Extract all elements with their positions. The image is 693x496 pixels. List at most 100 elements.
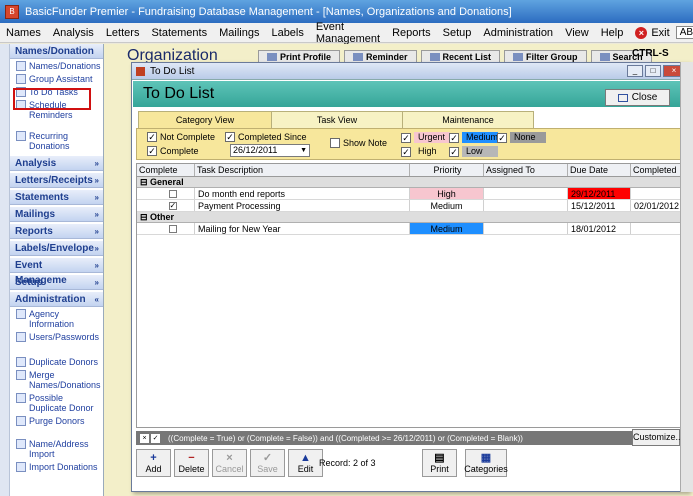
edit-button[interactable]: ▲ Edit [288, 449, 323, 477]
arrow-right-icon [16, 462, 26, 472]
column-completed[interactable]: Completed [631, 164, 683, 176]
record-info: Record: 2 of 3 [319, 458, 376, 468]
sidebar-item-names-donations[interactable]: Names/Donations [10, 59, 103, 72]
column-priority[interactable]: Priority [410, 164, 484, 176]
abc-field[interactable]: ABC [675, 26, 693, 39]
maximize-button[interactable]: □ [645, 65, 661, 77]
column-assigned-to[interactable]: Assigned To [484, 164, 568, 176]
complete-checkbox[interactable]: ✓ Complete [147, 146, 199, 156]
sidebar-item-purge-donors[interactable]: Purge Donors [10, 414, 103, 427]
sidebar-header-administration[interactable]: Administration « [10, 292, 103, 307]
menu-reports[interactable]: Reports [386, 27, 437, 39]
user-icon [16, 332, 26, 342]
people-icon [16, 61, 26, 71]
printer-icon [267, 53, 277, 61]
merge-icon [16, 370, 26, 380]
menu-mailings[interactable]: Mailings [213, 27, 265, 39]
menu-help[interactable]: Help [595, 27, 630, 39]
categories-icon: ▦ [480, 452, 492, 464]
chevron-up-icon: « [94, 295, 99, 304]
assigned-to-cell [484, 223, 568, 234]
column-complete[interactable]: Complete [137, 164, 195, 176]
sidebar-header-event[interactable]: Event Manageme» [10, 258, 103, 286]
menu-event-management[interactable]: Event Management [310, 21, 386, 45]
row-complete-checkbox[interactable] [168, 224, 177, 233]
vertical-scrollbar[interactable] [680, 62, 693, 492]
sidebar-header-analysis[interactable]: Analysis» [10, 156, 103, 171]
menu-setup[interactable]: Setup [437, 27, 478, 39]
chevron-down-icon: » [94, 227, 99, 236]
group-row[interactable]: ⊟ Other [137, 212, 683, 223]
sidebar-header-statements[interactable]: Statements» [10, 190, 103, 205]
minimize-button[interactable]: _ [627, 65, 643, 77]
tab-task-view[interactable]: Task View [271, 111, 403, 129]
categories-button[interactable]: ▦ Categories [464, 449, 508, 477]
record-toolbar: + Add − Delete × Cancel ✓ Save ▲ Edit [136, 449, 323, 477]
row-complete-checkbox[interactable]: ✓ [168, 201, 177, 210]
menu-exit[interactable]: × Exit [629, 26, 675, 39]
row-complete-checkbox[interactable] [168, 189, 177, 198]
task-grid: Complete Task Description Priority Assig… [136, 163, 684, 428]
triangle-up-icon: ▲ [300, 452, 311, 464]
urgent-checkbox[interactable]: ✓ Urgent [401, 132, 450, 143]
column-task-description[interactable]: Task Description [195, 164, 410, 176]
sidebar-header-mailings[interactable]: Mailings» [10, 207, 103, 222]
sidebar-item-group-assistant[interactable]: Group Assistant [10, 72, 103, 85]
sidebar-item-import-donations[interactable]: Import Donations [10, 460, 103, 473]
sidebar-item-merge[interactable]: Merge Names/Donations [10, 368, 103, 391]
menu-analysis[interactable]: Analysis [47, 27, 100, 39]
show-note-checkbox[interactable]: Show Note [330, 138, 387, 148]
shortcut-label: CTRL-S [632, 48, 669, 59]
sidebar-header-labels[interactable]: Labels/Envelope» [10, 241, 103, 256]
column-due-date[interactable]: Due Date [568, 164, 631, 176]
clear-filter-icon[interactable]: × [140, 433, 149, 443]
menu-statements[interactable]: Statements [145, 27, 213, 39]
menu-letters[interactable]: Letters [100, 27, 146, 39]
filter-expression: ((Complete = True) or (Complete = False)… [168, 433, 523, 443]
high-checkbox[interactable]: ✓ High [401, 146, 450, 157]
table-row[interactable]: ✓ Payment Processing Medium 15/12/2011 0… [137, 200, 683, 212]
delete-button[interactable]: − Delete [174, 449, 209, 477]
sidebar-item-users-passwords[interactable]: Users/Passwords [10, 330, 103, 343]
app-icon: B [5, 4, 19, 19]
customize-button[interactable]: Customize... [632, 429, 683, 446]
not-complete-checkbox[interactable]: ✓ Not Complete [147, 132, 215, 142]
purge-icon [16, 416, 26, 426]
save-button[interactable]: ✓ Save [250, 449, 285, 477]
assigned-to-cell [484, 188, 568, 199]
menu-administration[interactable]: Administration [477, 27, 559, 39]
completed-since-date[interactable]: 26/12/2011 ▼ [230, 144, 310, 157]
print-button[interactable]: ▤ Print [422, 449, 457, 477]
tab-category-view[interactable]: Category View [138, 111, 272, 129]
sidebar-item-agency-information[interactable]: Agency Information [10, 307, 103, 330]
sidebar-item-recurring-donations[interactable]: Recurring Donations [10, 129, 103, 152]
menu-labels[interactable]: Labels [265, 27, 309, 39]
group-row[interactable]: ⊟ General [137, 177, 683, 188]
sidebar-item-name-address-import[interactable]: Name/Address Import [10, 437, 103, 460]
chevron-down-icon: » [94, 210, 99, 219]
due-date-cell: 18/01/2012 [568, 223, 631, 234]
sidebar-header-letters[interactable]: Letters/Receipts» [10, 173, 103, 188]
low-checkbox[interactable]: ✓ Low [449, 146, 498, 157]
cancel-button[interactable]: × Cancel [212, 449, 247, 477]
sidebar-header-names[interactable]: Names/Donation [10, 44, 103, 59]
menu-view[interactable]: View [559, 27, 595, 39]
grid-header: Complete Task Description Priority Assig… [137, 164, 683, 177]
duplicate-icon [16, 357, 26, 367]
completed-since-checkbox[interactable]: ✓ Completed Since [225, 132, 307, 142]
exit-icon: × [635, 26, 648, 39]
add-button[interactable]: + Add [136, 449, 171, 477]
none-checkbox[interactable]: ✓ None [497, 132, 546, 143]
highlight-box [13, 88, 91, 110]
tab-maintenance[interactable]: Maintenance [402, 111, 534, 129]
todo-window-titlebar: To Do List _ □ × [132, 63, 688, 80]
sidebar-item-possible-duplicate[interactable]: Possible Duplicate Donor [10, 391, 103, 414]
enable-filter-checkbox[interactable]: ✓ [151, 433, 160, 443]
table-row[interactable]: Do month end reports High 29/12/2011 [137, 188, 683, 200]
medium-checkbox[interactable]: ✓ Medium [449, 132, 498, 143]
sidebar-item-duplicate-donors[interactable]: Duplicate Donors [10, 355, 103, 368]
table-row[interactable]: Mailing for New Year Medium 18/01/2012 [137, 223, 683, 235]
sidebar-header-reports[interactable]: Reports» [10, 224, 103, 239]
menu-names[interactable]: Names [0, 27, 47, 39]
close-button[interactable]: Close [605, 89, 670, 106]
